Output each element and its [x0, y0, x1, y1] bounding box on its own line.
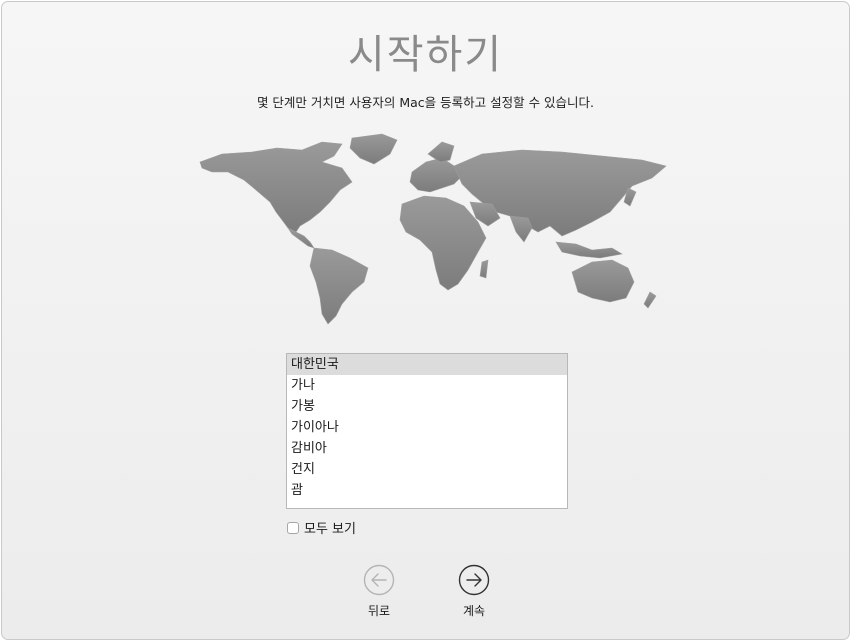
- list-item[interactable]: 감비아: [287, 438, 567, 459]
- map-australia: [571, 259, 635, 303]
- map-north-america: [199, 141, 353, 233]
- show-all-checkbox[interactable]: [287, 521, 299, 534]
- list-item[interactable]: 가봉: [287, 396, 567, 417]
- back-button[interactable]: 뒤로: [349, 564, 409, 619]
- map-europe: [409, 157, 463, 193]
- page-subtitle: 몇 단계만 거치면 사용자의 Mac을 등록하고 설정할 수 있습니다.: [256, 95, 595, 110]
- list-item[interactable]: 건지: [287, 459, 567, 480]
- map-greenland: [349, 133, 398, 165]
- continue-button[interactable]: 계속: [444, 564, 504, 619]
- show-all-label: 모두 보기: [304, 522, 356, 537]
- world-map-image: [199, 133, 667, 325]
- page-title: 시작하기: [347, 32, 504, 78]
- show-all-option[interactable]: 모두 보기: [287, 518, 356, 537]
- list-item[interactable]: 가나: [287, 375, 567, 396]
- setup-window: 시작하기 몇 단계만 거치면 사용자의 Mac을 등록하고 설정할 수 있습니다…: [1, 1, 850, 640]
- map-south-america: [309, 247, 369, 325]
- arrow-right-icon: [458, 564, 490, 596]
- country-list[interactable]: 대한민국 가나 가봉 가이아나 감비아 건지 괌: [286, 353, 568, 509]
- map-new-zealand: [643, 291, 657, 309]
- map-indonesia: [555, 241, 623, 259]
- continue-label: 계속: [462, 604, 486, 618]
- map-india: [509, 215, 533, 243]
- map-madagascar: [479, 259, 489, 279]
- back-label: 뒤로: [367, 604, 391, 618]
- map-central-america: [287, 227, 315, 249]
- list-item[interactable]: 대한민국: [287, 354, 567, 375]
- arrow-left-icon: [363, 564, 395, 596]
- list-item[interactable]: 괌: [287, 480, 567, 501]
- list-item[interactable]: 가이아나: [287, 417, 567, 438]
- map-scandinavia: [427, 141, 455, 163]
